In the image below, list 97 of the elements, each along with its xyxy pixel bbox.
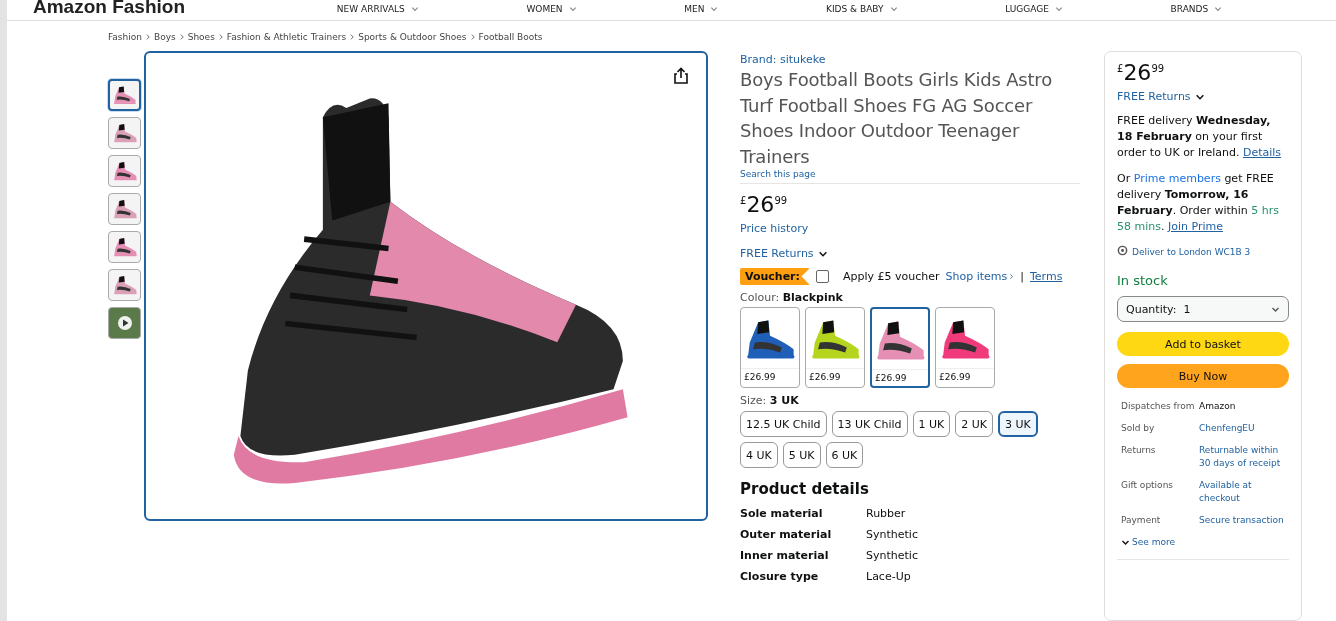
shoe-icon xyxy=(112,84,137,106)
info-label: Gift options xyxy=(1121,479,1175,492)
section-heading: Product details xyxy=(740,480,870,498)
shop-items-link[interactable]: Shop items xyxy=(945,270,1015,283)
thumbnail-button[interactable] xyxy=(108,79,141,111)
delivery-text: FREE delivery Wednesday, 18 February on your first order to UK or Ireland. Details xyxy=(1117,113,1283,161)
caret-icon xyxy=(568,5,577,13)
colour-option[interactable]: £26.99 xyxy=(935,307,995,388)
see-more-link[interactable]: See more xyxy=(1117,537,1289,547)
thumbnail-button[interactable] xyxy=(108,155,141,187)
share-icon[interactable] xyxy=(672,67,690,85)
chevron-icon xyxy=(217,33,224,41)
thumbnail-button[interactable] xyxy=(108,269,141,301)
size-option[interactable]: 6 UK xyxy=(825,442,864,468)
logo-text[interactable]: Amazon Fashion xyxy=(33,0,283,18)
size-option[interactable]: 3 UK xyxy=(998,411,1038,437)
size-option[interactable]: 13 UK Child xyxy=(831,411,908,437)
thumbnail-button[interactable] xyxy=(108,193,141,225)
buy-now-button[interactable]: Buy Now xyxy=(1117,364,1289,388)
breadcrumb-link[interactable]: Shoes xyxy=(187,32,215,42)
price-history-link[interactable]: Price history xyxy=(740,222,1080,235)
size-option[interactable]: 4 UK xyxy=(740,442,778,468)
nav-menu-item[interactable]: LUGGAGE xyxy=(1005,4,1063,14)
chevron-icon xyxy=(145,33,151,41)
brand-link[interactable]: Brand: situkeke xyxy=(740,53,826,66)
detail-value: Synthetic xyxy=(866,549,919,562)
shoe-icon xyxy=(111,198,138,220)
info-label: Sold by xyxy=(1121,422,1156,435)
caret-icon xyxy=(1054,5,1063,13)
nav-menu-item[interactable]: KIDS & BABY xyxy=(826,4,898,14)
nav-menu-item[interactable]: WOMEN xyxy=(526,4,577,14)
voucher-label: Apply £5 voucher xyxy=(842,270,940,283)
caret-icon xyxy=(410,5,419,13)
size-option[interactable]: 2 UK xyxy=(955,411,994,437)
breadcrumb-link[interactable]: Football Boots xyxy=(478,32,543,42)
detail-label: Outer material xyxy=(740,528,833,541)
text-link[interactable]: Details xyxy=(1242,146,1282,159)
colour-label: Colour: Blackpink xyxy=(740,291,844,304)
info-value: Amazon xyxy=(1199,400,1237,413)
breadcrumb-link[interactable]: Fashion xyxy=(108,32,142,42)
breadcrumb-link[interactable]: Boys xyxy=(154,32,176,42)
info-link[interactable]: ChenfengEU xyxy=(1199,422,1289,435)
thumbnail-button[interactable] xyxy=(108,117,141,149)
colour-option[interactable]: £26.99 xyxy=(805,307,865,388)
play-icon xyxy=(116,315,133,331)
stock-status: In stock xyxy=(1117,273,1169,288)
quantity-dropdown[interactable]: Quantity: 1 xyxy=(1117,296,1289,322)
caret-icon xyxy=(889,5,898,13)
nav-menu-item[interactable]: NEW ARRIVALS xyxy=(336,4,419,14)
detail-value: Lace-Up xyxy=(866,570,912,583)
text-link[interactable]: Join Prime xyxy=(1167,220,1223,233)
chevron-icon xyxy=(178,33,185,41)
detail-label: Closure type xyxy=(740,570,820,583)
voucher-badge: Voucher: xyxy=(740,268,810,285)
size-label: Size: 3 UK xyxy=(740,394,800,407)
location-icon xyxy=(1117,245,1128,256)
prime-delivery-text: Or Prime members get FREE delivery Tomorrow, 16 February. Order within 5 hrs 58 mins. Join Prime xyxy=(1117,171,1281,235)
search-page-link[interactable]: Search this page xyxy=(740,169,1080,179)
colour-option[interactable]: £26.99 xyxy=(740,307,800,388)
detail-label: Sole material xyxy=(740,507,824,520)
shoe-icon xyxy=(111,122,138,144)
info-link[interactable]: Available at checkout xyxy=(1199,479,1289,505)
nav-menu-item[interactable]: MEN xyxy=(684,4,719,14)
thumbnail-button[interactable] xyxy=(108,231,141,263)
size-option[interactable]: 1 UK xyxy=(912,411,951,437)
chevron-icon xyxy=(469,33,476,41)
info-link[interactable]: Returnable within 30 days of receipt xyxy=(1199,444,1289,470)
breadcrumb-link[interactable]: Sports & Outdoor Shoes xyxy=(358,32,467,42)
free-returns-link[interactable]: FREE Returns xyxy=(740,247,1080,260)
detail-label: Inner material xyxy=(740,549,830,562)
info-label: Returns xyxy=(1121,444,1157,457)
info-label: Payment xyxy=(1121,514,1162,527)
thumbnail-button[interactable] xyxy=(108,307,141,339)
deliver-to-link[interactable]: Deliver to London WC1B 3 xyxy=(1132,245,1252,259)
chevron-icon xyxy=(1009,273,1015,280)
terms-link[interactable]: Terms xyxy=(1030,270,1063,283)
info-label: Dispatches from xyxy=(1121,400,1196,413)
nav-menu-item[interactable]: BRANDS xyxy=(1170,4,1223,14)
separator-text: | xyxy=(1020,270,1024,283)
shoe-icon xyxy=(111,160,138,182)
detail-value: Synthetic xyxy=(866,528,919,541)
info-link[interactable]: Secure transaction xyxy=(1199,514,1289,527)
chevron-icon xyxy=(349,33,356,41)
shoe-icon xyxy=(111,274,138,296)
shoe-icon xyxy=(111,236,138,258)
size-option[interactable]: 12.5 UK Child xyxy=(740,411,827,437)
caret-icon xyxy=(1214,5,1223,13)
text-link[interactable]: Prime members xyxy=(1133,172,1221,185)
colour-option[interactable]: £26.99 xyxy=(870,307,930,388)
caret-icon xyxy=(710,5,719,13)
size-option[interactable]: 5 UK xyxy=(782,442,821,468)
breadcrumb-link[interactable]: Fashion & Athletic Trainers xyxy=(226,32,347,42)
add-to-basket-button[interactable]: Add to basket xyxy=(1117,332,1289,356)
voucher-checkbox[interactable] xyxy=(815,270,829,283)
detail-value: Rubber xyxy=(866,507,907,520)
product-title: Boys Football Boots Girls Kids Astro Turf Football Shoes FG AG Soccer Shoes Indoor Outdoor Teenager Trainers xyxy=(740,68,1053,169)
free-returns-link[interactable]: FREE Returns xyxy=(1117,90,1289,103)
